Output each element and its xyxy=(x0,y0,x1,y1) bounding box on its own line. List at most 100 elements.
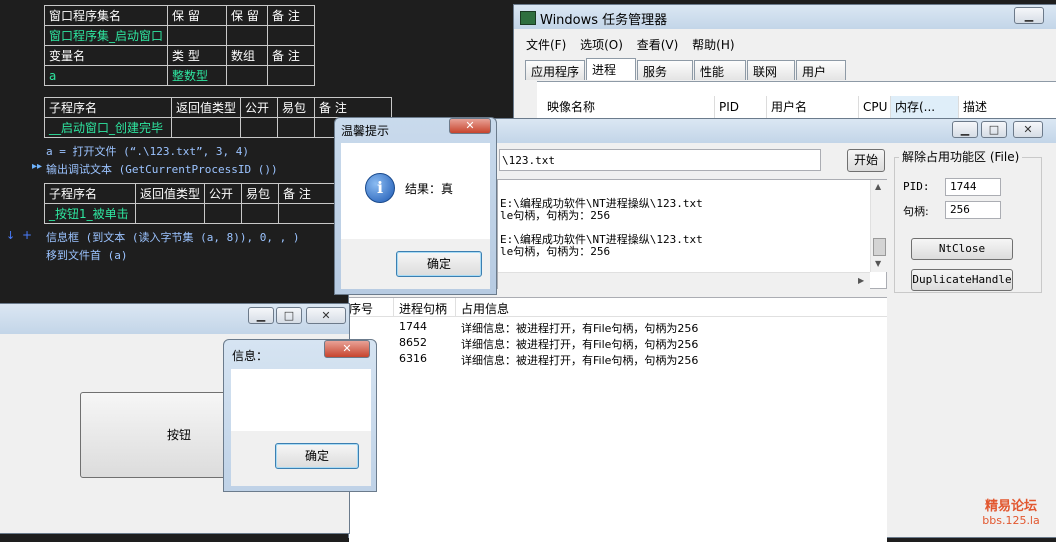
variable-name-header: 变量名 xyxy=(43,45,169,66)
reserved-header: 保 留 xyxy=(167,5,228,26)
ok-button[interactable]: 确定 xyxy=(275,443,359,469)
info-icon: i xyxy=(365,173,395,203)
file-path-text: \123.txt xyxy=(502,154,555,167)
scroll-up-arrow-icon[interactable]: ▲ xyxy=(875,182,881,191)
scroll-right-arrow-icon[interactable]: ▶ xyxy=(858,276,864,285)
tab-networking[interactable]: 联网 xyxy=(747,60,795,80)
col-description[interactable]: 描述 xyxy=(959,96,1056,118)
cell[interactable] xyxy=(277,117,316,138)
col-cpu[interactable]: CPU xyxy=(859,96,891,118)
unlock-group: 解除占用功能区 (File) PID: 1744 句柄: 256 NtClose… xyxy=(894,148,1042,293)
flow-arrow-icon: ▸▸ xyxy=(32,161,43,172)
column-divider xyxy=(393,298,394,316)
col-index[interactable]: 序号 xyxy=(349,300,373,317)
variable-name-cell[interactable]: a xyxy=(43,65,169,86)
minimize-button[interactable]: ▁ xyxy=(1014,7,1044,24)
log-hscrollbar[interactable]: ▶ xyxy=(498,272,870,289)
menu-options[interactable]: 选项(O) xyxy=(580,38,623,52)
tip-message: 结果：真 xyxy=(405,182,454,196)
file-path-input[interactable]: \123.txt xyxy=(499,149,821,171)
tab-applications[interactable]: 应用程序 xyxy=(525,60,585,80)
cell[interactable] xyxy=(226,65,269,86)
close-button[interactable]: ✕ xyxy=(1013,121,1043,138)
public-header: 公开 xyxy=(240,97,279,118)
cell[interactable] xyxy=(134,203,206,224)
cell[interactable] xyxy=(204,203,243,224)
info-dialog-body: 确定 xyxy=(231,369,371,486)
minimize-button[interactable]: ▁ xyxy=(248,307,274,324)
cell[interactable] xyxy=(240,117,279,138)
sub-table-2: 子程序名 返回值类型 公开 易包 备 注 _按钮1_被单击 xyxy=(44,183,356,224)
handle-input[interactable]: 256 xyxy=(945,201,1001,219)
return-type-header: 返回值类型 xyxy=(170,97,242,118)
log-scrollbar[interactable]: ▲ ▼ xyxy=(870,180,887,272)
easy-pack-header: 易包 xyxy=(241,183,280,204)
menu-help[interactable]: 帮助(H) xyxy=(692,38,734,52)
tab-users[interactable]: 用户 xyxy=(796,60,846,80)
maximize-button[interactable]: □ xyxy=(276,307,302,324)
ntclose-button[interactable]: NtClose xyxy=(911,238,1013,260)
menu-view[interactable]: 查看(V) xyxy=(637,38,679,52)
sub-name-cell[interactable]: _按钮1_被单击 xyxy=(44,203,136,224)
code-line-debug-output[interactable]: 输出调试文本 (GetCurrentProcessID ()) xyxy=(46,161,278,177)
row-pid: 8652 xyxy=(399,336,427,349)
menu-file[interactable]: 文件(F) xyxy=(526,38,566,52)
table-row[interactable]: 6316 详细信息：被进程打开，有File句柄，句柄为256 xyxy=(349,351,887,367)
tab-processes[interactable]: 进程 xyxy=(586,58,636,80)
table-row[interactable]: 8652 详细信息：被进程打开，有File句柄，句柄为256 xyxy=(349,335,887,351)
pid-input[interactable]: 1744 xyxy=(945,178,1001,196)
watermark-title: 精易论坛 xyxy=(984,499,1037,514)
task-manager-tabs: 应用程序 进程 服务 性能 联网 用户 xyxy=(525,58,1056,80)
maximize-button[interactable]: □ xyxy=(981,121,1007,138)
col-memory[interactable]: 内存(... xyxy=(891,96,959,118)
unlock-group-title: 解除占用功能区 (File) xyxy=(899,148,1023,165)
duplicate-handle-button[interactable]: DuplicateHandle xyxy=(911,269,1013,291)
cell[interactable] xyxy=(167,25,228,46)
breakpoint-arrow-icon[interactable]: ↓ xyxy=(6,229,15,242)
row-pid: 1744 xyxy=(399,320,427,333)
close-button[interactable]: ✕ xyxy=(306,307,346,324)
scroll-thumb[interactable] xyxy=(873,238,886,256)
row-pid: 6316 xyxy=(399,352,427,365)
log-output[interactable]: E:\编程成功软件\NT进程操纵\123.txt le句柄，句柄为：256 E:… xyxy=(497,179,887,289)
col-pid[interactable]: PID xyxy=(715,96,767,118)
assembly-table: 窗口程序集名 保 留 保 留 备 注 窗口程序集_启动窗口 变量名 类 型 数组… xyxy=(43,5,315,86)
code-line-message-box[interactable]: 信息框 (到文本 (读入字节集 (a, 8)), 0, , ) xyxy=(46,229,299,245)
row-info: 详细信息：被进程打开，有File句柄，句柄为256 xyxy=(461,338,699,351)
sub-name-header: 子程序名 xyxy=(44,183,136,204)
col-user-name[interactable]: 用户名 xyxy=(767,96,859,118)
code-line-open-file[interactable]: a = 打开文件 (“.\123.txt”, 3, 4) xyxy=(46,143,249,159)
handle-list: 序号 进程句柄 占用信息 1744 详细信息：被进程打开，有File句柄，句柄为… xyxy=(349,297,887,542)
col-process-handle[interactable]: 进程句柄 xyxy=(399,300,447,317)
cell[interactable] xyxy=(267,65,315,86)
watermark-url: bbs.125.la xyxy=(982,514,1040,527)
close-button[interactable]: ✕ xyxy=(449,118,491,134)
scroll-down-arrow-icon[interactable]: ▼ xyxy=(875,259,881,268)
ok-button[interactable]: 确定 xyxy=(396,251,482,277)
start-button[interactable]: 开始 xyxy=(847,149,885,172)
task-manager-menu: 文件(F) 选项(O) 查看(V) 帮助(H) xyxy=(526,36,745,53)
expand-marker[interactable]: + xyxy=(22,228,32,242)
minimize-button[interactable]: ▁ xyxy=(952,121,978,138)
variable-type-cell[interactable]: 整数型 xyxy=(167,65,228,86)
cell[interactable] xyxy=(241,203,280,224)
col-occupy-info[interactable]: 占用信息 xyxy=(461,300,509,317)
table-row[interactable]: 1744 详细信息：被进程打开，有File句柄，句柄为256 xyxy=(349,319,887,335)
column-divider xyxy=(455,298,456,316)
tip-dialog-footer: 确定 xyxy=(341,239,490,289)
assembly-name-cell[interactable]: 窗口程序集_启动窗口 xyxy=(43,25,169,46)
code-line-seek-start[interactable]: 移到文件首 (a) xyxy=(46,247,128,263)
cell[interactable] xyxy=(170,117,242,138)
pid-label: PID: xyxy=(903,180,930,193)
type-header: 类 型 xyxy=(167,45,228,66)
close-button[interactable]: ✕ xyxy=(324,340,370,358)
cell[interactable] xyxy=(226,25,269,46)
cell[interactable] xyxy=(267,25,315,46)
col-image-name[interactable]: 映像名称 xyxy=(543,96,715,118)
public-header: 公开 xyxy=(204,183,243,204)
sub-name-cell[interactable]: __启动窗口_创建完毕 xyxy=(44,117,172,138)
assembly-name-header: 窗口程序集名 xyxy=(43,5,169,26)
info-dialog: 信息： ✕ 确定 xyxy=(223,339,377,492)
tab-performance[interactable]: 性能 xyxy=(694,60,746,80)
tab-services[interactable]: 服务 xyxy=(637,60,693,80)
